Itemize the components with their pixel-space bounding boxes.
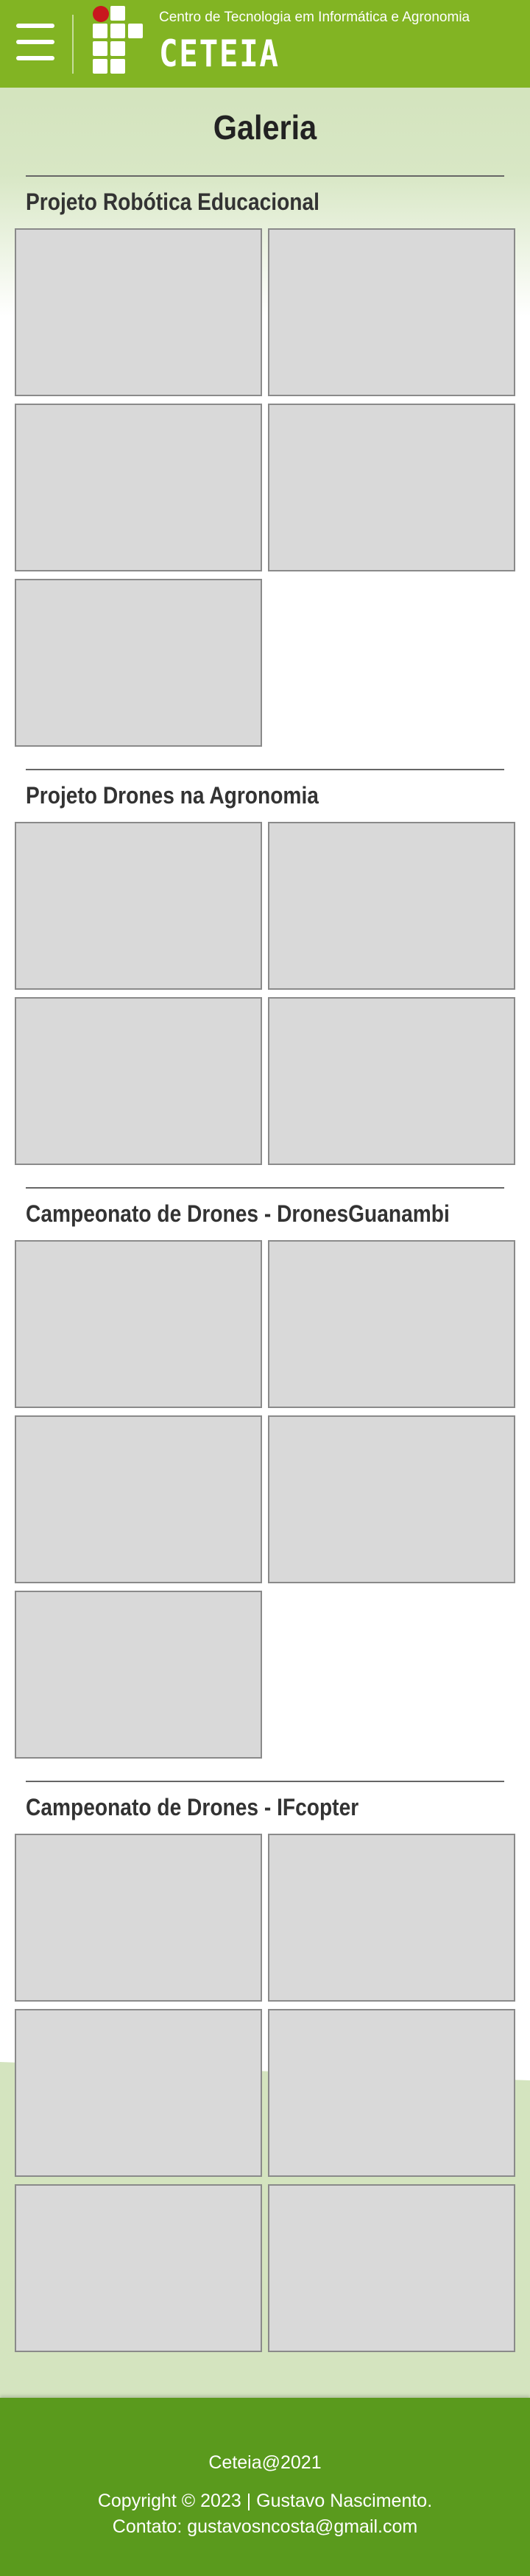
section-title: Projeto Robótica Educacional: [26, 189, 319, 215]
site-header: Centro de Tecnologia em Informática e Ag…: [0, 0, 530, 88]
section-title: Campeonato de Drones - IFcopter: [26, 1794, 359, 1820]
gallery-image[interactable]: [15, 2184, 262, 2352]
gallery-image[interactable]: [268, 228, 515, 396]
gallery-image[interactable]: [15, 1240, 262, 1408]
gallery-image[interactable]: [268, 1834, 515, 2002]
hamburger-menu-icon[interactable]: [16, 24, 54, 60]
institution-logo[interactable]: [90, 4, 143, 75]
logo-square: [110, 24, 125, 38]
header-subtitle: Centro de Tecnologia em Informática e Ag…: [159, 10, 470, 25]
logo-dot: [93, 6, 109, 22]
gallery-image[interactable]: [268, 997, 515, 1165]
site-footer: Ceteia@2021 Copyright © 2023 | Gustavo N…: [0, 2398, 530, 2576]
logo-square: [110, 59, 125, 74]
gallery-image[interactable]: [268, 404, 515, 571]
section-divider: [26, 769, 504, 770]
logo-square: [93, 59, 107, 74]
footer-brand: Ceteia@2021: [208, 2452, 322, 2473]
gallery-image[interactable]: [15, 2009, 262, 2177]
logo-square: [128, 24, 143, 38]
gallery-section-drones-agronomia: Projeto Drones na Agronomia: [0, 769, 530, 1166]
gallery-image[interactable]: [15, 579, 262, 747]
section-title: Projeto Drones na Agronomia: [26, 782, 319, 809]
gallery-image[interactable]: [268, 1415, 515, 1583]
section-divider: [26, 1187, 504, 1189]
gallery-section-robotica: Projeto Robótica Educacional: [0, 175, 530, 750]
footer-copyright: Copyright © 2023 | Gustavo Nascimento.: [97, 2491, 433, 2511]
logo-square: [110, 6, 125, 21]
menu-bar: [16, 56, 54, 60]
gallery-image[interactable]: [15, 1834, 262, 2002]
logo-square: [110, 41, 125, 56]
gallery-image[interactable]: [268, 2184, 515, 2352]
gallery-section-ifcopter: Campeonato de Drones - IFcopter: [0, 1781, 530, 2355]
header-divider: [72, 15, 74, 74]
footer-contact[interactable]: Contato: gustavosncosta@gmail.com: [0, 2516, 530, 2538]
gallery-image[interactable]: [15, 1415, 262, 1583]
gallery-image[interactable]: [15, 228, 262, 396]
gallery-image[interactable]: [15, 1591, 262, 1759]
section-divider: [26, 1781, 504, 1782]
gallery-image[interactable]: [268, 1240, 515, 1408]
header-brand[interactable]: CETEIA: [159, 32, 280, 75]
section-divider: [26, 175, 504, 177]
gallery-image[interactable]: [15, 404, 262, 571]
gallery-section-drones-guanambi: Campeonato de Drones - DronesGuanambi: [0, 1187, 530, 1762]
gallery-image[interactable]: [268, 822, 515, 990]
menu-bar: [16, 24, 54, 28]
logo-square: [93, 24, 107, 38]
gallery-image[interactable]: [268, 2009, 515, 2177]
gallery-image[interactable]: [15, 822, 262, 990]
menu-bar: [16, 40, 54, 44]
page-title: Galeria: [213, 108, 317, 147]
section-title: Campeonato de Drones - DronesGuanambi: [26, 1200, 450, 1227]
gallery-image[interactable]: [15, 997, 262, 1165]
logo-square: [93, 41, 107, 56]
